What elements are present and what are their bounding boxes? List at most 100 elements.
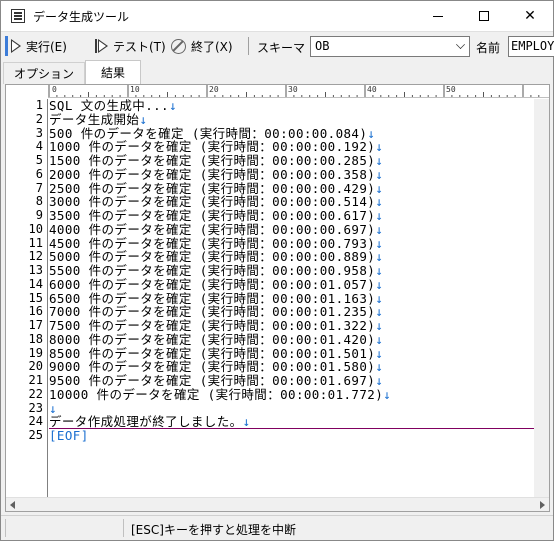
editor-line: 4500 件のデータを確定 (実行時間：00:00:00.793)↓ (49, 235, 384, 251)
line-text: 2500 件のデータを確定 (実行時間：00:00:00.429) (49, 180, 376, 196)
line-text: 6000 件のデータを確定 (実行時間：00:00:01.057) (49, 276, 376, 292)
line-break-marker: ↓ (375, 153, 384, 168)
editor-line: SQL 文の生成中...↓ (49, 99, 177, 113)
line-break-marker: ↓ (375, 221, 384, 237)
line-number: 2 (35, 111, 43, 126)
line-break-marker: ↓ (375, 276, 384, 292)
editor-line: [EOF] (49, 429, 89, 443)
step-play-icon (95, 39, 108, 53)
line-break-marker: ↓ (375, 180, 384, 196)
line-number: 3 (35, 125, 43, 140)
name-value: EMPLOYEES (511, 39, 554, 53)
close-button[interactable]: ✕ (507, 1, 553, 31)
editor-line: 9000 件のデータを確定 (実行時間：00:00:01.580)↓ (49, 360, 383, 374)
line-text: データ作成処理が終了しました。 (49, 414, 243, 430)
test-label: テスト(T) (113, 39, 166, 54)
line-text: 2000 件のデータを確定 (実行時間：00:00:00.358) (49, 166, 376, 182)
ruler-label: 30 (288, 85, 298, 94)
toolbar-separator (248, 37, 249, 55)
text-area[interactable]: SQL 文の生成中...↓ データ生成開始↓ 500 件のデータを確定 (実行時間：… (49, 99, 535, 499)
ruler-label: 0 (52, 85, 57, 94)
line-number: 5 (35, 153, 43, 167)
ruler-label: 20 (209, 85, 219, 94)
line-text: 3000 件のデータを確定 (実行時間：00:00:00.514) (49, 194, 376, 210)
line-number: 18 (28, 331, 43, 346)
scroll-left-icon[interactable] (10, 501, 15, 509)
editor-line: 4000 件のデータを確定 (実行時間：00:00:00.697)↓ (49, 221, 384, 237)
line-number: 12 (28, 249, 43, 264)
schema-select[interactable]: OB (310, 36, 470, 57)
line-text: 10000 件のデータを確定 (実行時間：00:00:01.772) (49, 386, 384, 402)
line-number: 7 (35, 180, 43, 195)
line-break-marker: ↓ (375, 139, 384, 155)
editor-line: 6500 件のデータを確定 (実行時間：00:00:01.163)↓ (49, 290, 384, 306)
name-input[interactable]: EMPLOYEES (508, 36, 554, 57)
run-label: 実行(E) (26, 39, 67, 54)
end-button[interactable]: 終了(X) (171, 36, 233, 56)
editor-line: 5000 件のデータを確定 (実行時間：00:00:00.889)↓ (49, 250, 383, 264)
tab-result[interactable]: 結果 (85, 60, 141, 84)
line-number: 6 (35, 166, 43, 181)
scroll-right-icon[interactable] (540, 501, 545, 509)
status-message: [ESC]キーを押すと処理を中断 (131, 523, 296, 537)
status-bar: [ESC]キーを押すと処理を中断 (1, 515, 553, 540)
minimize-icon (433, 15, 443, 17)
editor-line: ↓ (49, 400, 57, 416)
tab-options[interactable]: オプション (3, 62, 85, 84)
line-number: 15 (28, 290, 43, 305)
line-text: 9500 件のデータを確定 (実行時間：00:00:01.697) (49, 373, 376, 388)
tab-bar: オプション 結果 (1, 60, 553, 84)
line-break-marker: ↓ (375, 208, 384, 223)
close-icon: ✕ (524, 8, 536, 24)
minimize-button[interactable] (415, 1, 461, 31)
line-break-marker: ↓ (367, 125, 376, 141)
ruler-label: 50 (446, 85, 456, 94)
line-break-marker: ↓ (375, 290, 384, 306)
line-break-marker: ↓ (139, 111, 148, 127)
line-number: 11 (28, 235, 43, 250)
line-break-marker: ↓ (375, 331, 384, 347)
line-text: 7000 件のデータを確定 (実行時間：00:00:01.235) (49, 304, 376, 320)
line-text: 1000 件のデータを確定 (実行時間：00:00:00.192) (49, 139, 376, 155)
line-number: 24 (28, 414, 43, 429)
line-text: 9000 件のデータを確定 (実行時間：00:00:01.580) (49, 359, 376, 375)
editor-line: 5500 件のデータを確定 (実行時間：00:00:00.958)↓ (49, 264, 383, 278)
line-text: 3500 件のデータを確定 (実行時間：00:00:00.617) (49, 208, 376, 223)
line-text: 8500 件のデータを確定 (実行時間：00:00:01.501) (49, 345, 376, 361)
editor-line: 2000 件のデータを確定 (実行時間：00:00:00.358)↓ (49, 166, 383, 182)
horizontal-scrollbar[interactable] (6, 497, 549, 511)
stop-icon (171, 38, 186, 54)
result-editor[interactable]: 0 10 20 30 40 50 1 2 3 4 5 6 7 8 9 10 11 12 13 14 15 16… (5, 84, 550, 512)
line-number: 10 (28, 221, 43, 236)
ruler-ticks (48, 85, 540, 97)
line-number: 17 (28, 318, 43, 332)
line-number: 22 (28, 386, 43, 401)
run-button[interactable]: 実行(E) (11, 36, 67, 56)
line-number: 1 (35, 98, 43, 112)
tab-label: 結果 (100, 66, 125, 80)
editor-line: 3000 件のデータを確定 (実行時間：00:00:00.514)↓ (49, 195, 383, 209)
line-number: 4 (35, 139, 43, 154)
line-text: 8000 件のデータを確定 (実行時間：00:00:01.420) (49, 331, 376, 347)
line-break-marker: ↓ (383, 386, 392, 402)
current-line-underline (49, 428, 535, 429)
line-break-marker: ↓ (375, 249, 384, 265)
app-window: データ生成ツール ✕ 実行(E) テスト(T) 終了(X) スキーマ OB 名前… (0, 0, 554, 541)
line-break-marker: ↓ (168, 99, 177, 113)
eof-marker: [EOF] (49, 428, 89, 443)
line-text: 5000 件のデータを確定 (実行時間：00:00:00.889) (49, 249, 376, 265)
line-break-marker: ↓ (375, 235, 384, 251)
test-button[interactable]: テスト(T) (95, 36, 166, 56)
line-break-marker: ↓ (49, 400, 57, 416)
line-number: 23 (28, 400, 43, 415)
editor-line: 500 件のデータを確定 (実行時間：00:00:00.084)↓ (49, 125, 376, 141)
vertical-scrollbar[interactable] (534, 99, 549, 499)
maximize-button[interactable] (461, 1, 507, 31)
line-number: 14 (28, 276, 43, 291)
line-number: 16 (28, 304, 43, 319)
editor-line: 10000 件のデータを確定 (実行時間：00:00:01.772)↓ (49, 386, 392, 402)
schema-label: スキーマ (257, 41, 306, 55)
line-text: 6500 件のデータを確定 (実行時間：00:00:01.163) (49, 290, 376, 306)
line-break-marker: ↓ (375, 359, 384, 375)
editor-line: 6000 件のデータを確定 (実行時間：00:00:01.057)↓ (49, 276, 384, 292)
